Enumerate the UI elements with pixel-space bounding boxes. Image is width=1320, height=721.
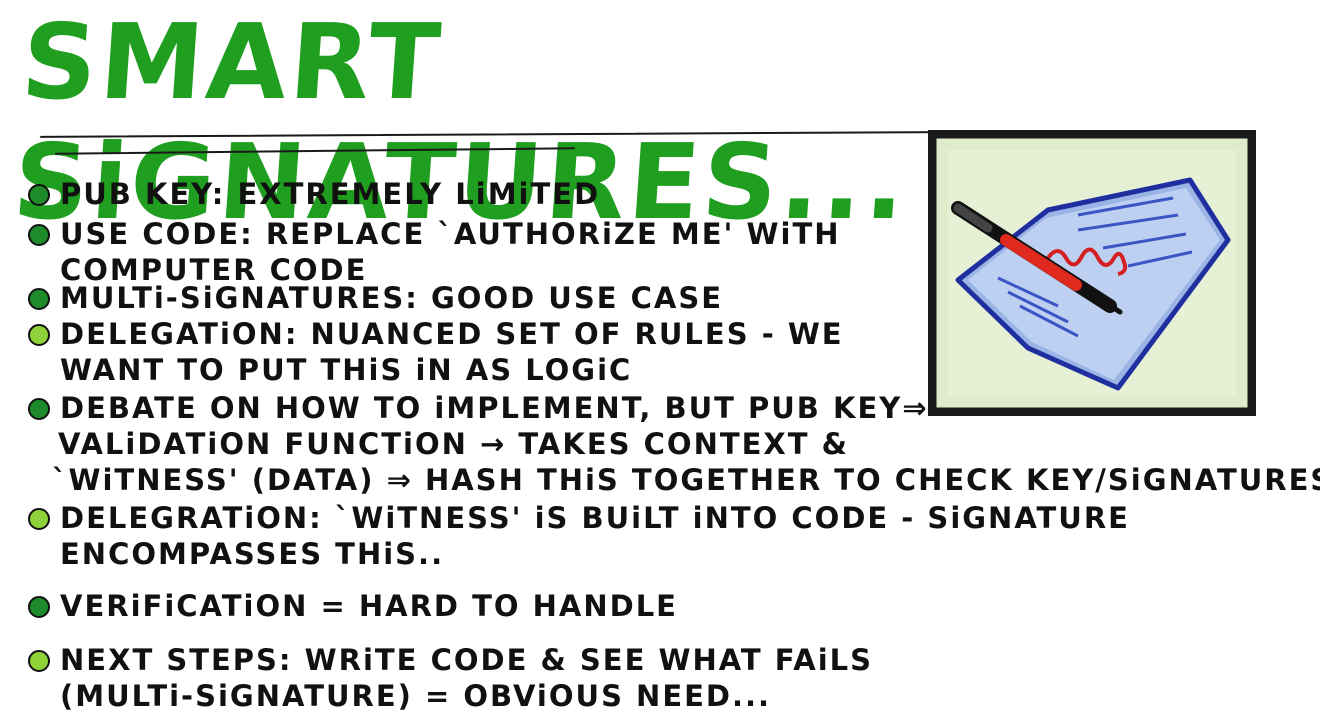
bullet-dot-icon: [28, 650, 50, 672]
bullet-text-line: VERiFiCATiON = HARD TO HANDLE: [60, 589, 678, 623]
bullet-text-line: WANT TO PUT THiS iN AS LOGiC: [60, 353, 633, 387]
bullet-text-line: `WiTNESS' (DATA) ⇒ HASH THiS TOGETHER TO…: [52, 463, 1320, 497]
bullet-dot-icon: [28, 508, 50, 530]
bullet-dot-icon: [28, 596, 50, 618]
signing-document-icon: [927, 129, 1257, 417]
bullet-text-line: (MULTi-SiGNATURE) = OBViOUS NEED...: [60, 679, 772, 713]
bullet-text-line: DELEGRATiON: `WiTNESS' iS BUiLT iNTO COD…: [60, 501, 1130, 535]
bullet-text-line: NEXT STEPS: WRiTE CODE & SEE WHAT FAiLS: [60, 643, 874, 677]
bullet-dot-icon: [28, 324, 50, 346]
bullet-dot-icon: [28, 184, 50, 206]
bullet-text-line: DEBATE ON HOW TO iMPLEMENT, BUT PUB KEY⇒: [60, 391, 929, 425]
bullet-text-line: MULTi-SiGNATURES: GOOD USE CASE: [60, 281, 724, 315]
bullet-text-line: USE CODE: REPLACE `AUTHORiZE ME' WiTH: [60, 217, 841, 251]
bullet-dot-icon: [28, 224, 50, 246]
bullet-text-line: PUB KEY: EXTREMELY LiMiTED: [60, 177, 601, 211]
bullet-dot-icon: [28, 288, 50, 310]
bullet-dot-icon: [28, 398, 50, 420]
bullet-text-line: VALiDATiON FUNCTiON → TAKES CONTEXT &: [58, 427, 849, 461]
bullet-text-line: DELEGATiON: NUANCED SET OF RULES - WE: [60, 317, 844, 351]
bullet-text-line: ENCOMPASSES THiS..: [60, 537, 445, 571]
